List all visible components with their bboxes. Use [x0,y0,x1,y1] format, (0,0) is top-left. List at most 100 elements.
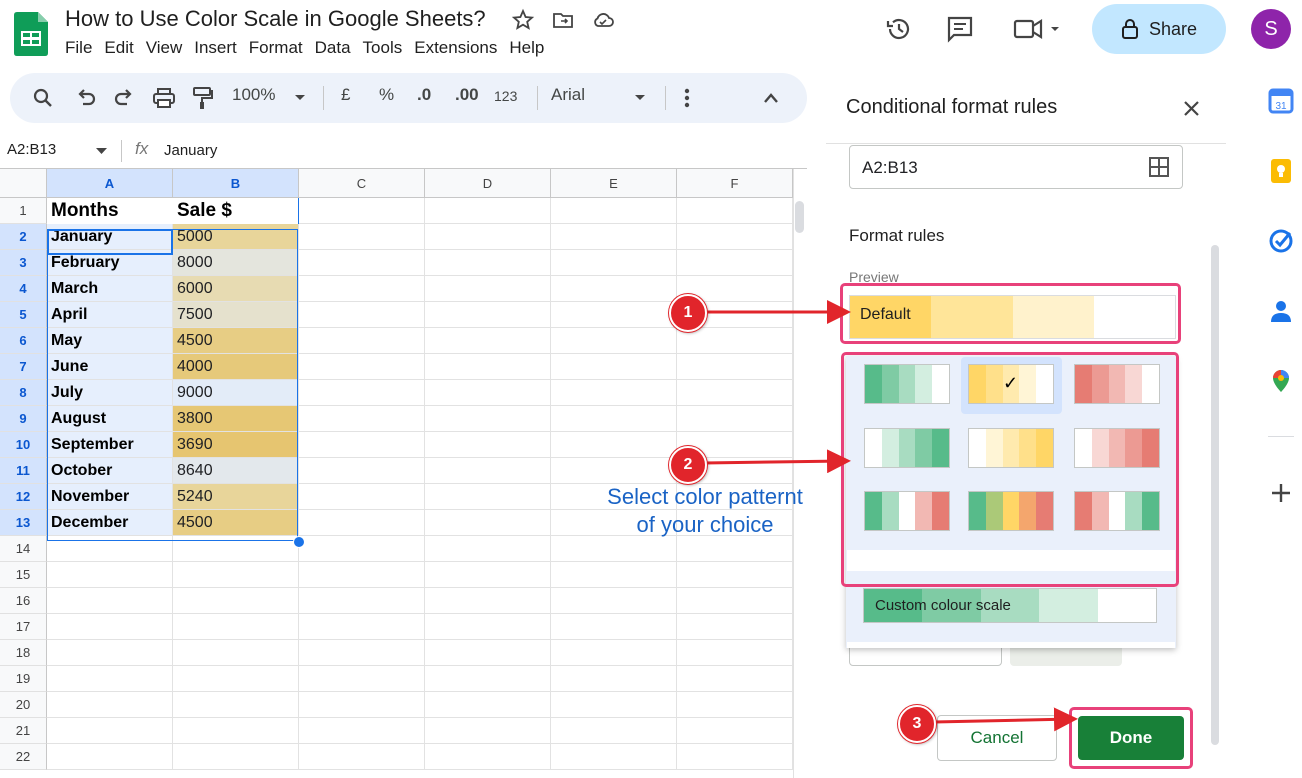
cell-a2[interactable]: January [47,224,173,250]
cell-b15[interactable] [173,562,299,588]
cell-c11[interactable] [299,458,425,484]
cell-e11[interactable] [551,458,677,484]
cell-c7[interactable] [299,354,425,380]
cell-b11[interactable]: 8640 [173,458,299,484]
cell-f9[interactable] [677,406,793,432]
user-avatar[interactable]: S [1251,9,1291,49]
cancel-button[interactable]: Cancel [937,715,1057,761]
cell-c16[interactable] [299,588,425,614]
cell-b12[interactable]: 5240 [173,484,299,510]
search-menus-icon[interactable] [32,87,54,109]
cell-d2[interactable] [425,224,551,250]
cell-c3[interactable] [299,250,425,276]
cell-c1[interactable] [299,198,425,224]
cell-d1[interactable] [425,198,551,224]
cell-b10[interactable]: 3690 [173,432,299,458]
cell-f16[interactable] [677,588,793,614]
menu-data[interactable]: Data [315,38,360,58]
cell-c9[interactable] [299,406,425,432]
cell-c5[interactable] [299,302,425,328]
cell-f3[interactable] [677,250,793,276]
cell-f6[interactable] [677,328,793,354]
cell-c18[interactable] [299,640,425,666]
menu-file[interactable]: File [65,38,101,58]
cell-a22[interactable] [47,744,173,770]
cell-e21[interactable] [551,718,677,744]
cell-f20[interactable] [677,692,793,718]
cell-b17[interactable] [173,614,299,640]
font-dropdown-icon[interactable] [634,94,646,102]
row-header-3[interactable]: 3 [0,250,47,276]
fill-handle[interactable] [293,536,305,548]
cloud-saved-icon[interactable] [591,8,615,32]
percent-format-button[interactable]: % [379,85,394,105]
vertical-scrollbar[interactable] [793,169,808,778]
row-header-18[interactable]: 18 [0,640,47,666]
column-header-e[interactable]: E [551,169,677,198]
cell-a9[interactable]: August [47,406,173,432]
maps-icon[interactable] [1268,368,1294,394]
font-select[interactable]: Arial [551,85,585,105]
paint-format-icon[interactable] [192,86,214,110]
cell-d4[interactable] [425,276,551,302]
cell-d20[interactable] [425,692,551,718]
cell-d6[interactable] [425,328,551,354]
menu-help[interactable]: Help [509,38,553,58]
increase-decimal-button[interactable]: .00 [455,85,479,105]
decrease-decimal-button[interactable]: .0 [417,85,431,105]
menu-edit[interactable]: Edit [104,38,142,58]
keep-icon[interactable] [1268,158,1294,184]
cell-a10[interactable]: September [47,432,173,458]
move-folder-icon[interactable] [551,8,575,32]
cell-f1[interactable] [677,198,793,224]
row-header-12[interactable]: 12 [0,484,47,510]
row-header-17[interactable]: 17 [0,614,47,640]
scrollbar-thumb[interactable] [795,201,804,233]
cell-c17[interactable] [299,614,425,640]
cell-e3[interactable] [551,250,677,276]
column-header-c[interactable]: C [299,169,425,198]
row-header-5[interactable]: 5 [0,302,47,328]
row-header-10[interactable]: 10 [0,432,47,458]
cell-c13[interactable] [299,510,425,536]
row-header-19[interactable]: 19 [0,666,47,692]
cell-b7[interactable]: 4000 [173,354,299,380]
cell-e9[interactable] [551,406,677,432]
cell-d8[interactable] [425,380,551,406]
cell-f14[interactable] [677,536,793,562]
cell-e16[interactable] [551,588,677,614]
cell-d11[interactable] [425,458,551,484]
cell-a14[interactable] [47,536,173,562]
cell-d22[interactable] [425,744,551,770]
row-header-7[interactable]: 7 [0,354,47,380]
cell-a6[interactable]: May [47,328,173,354]
cell-d3[interactable] [425,250,551,276]
formula-input[interactable]: January [164,142,217,159]
cell-b14[interactable] [173,536,299,562]
cell-c2[interactable] [299,224,425,250]
menu-extensions[interactable]: Extensions [414,38,506,58]
cell-f2[interactable] [677,224,793,250]
cell-b18[interactable] [173,640,299,666]
cell-d7[interactable] [425,354,551,380]
row-header-21[interactable]: 21 [0,718,47,744]
menu-view[interactable]: View [146,38,192,58]
close-icon[interactable] [1184,101,1199,116]
cell-a1[interactable]: Months [47,198,173,224]
cell-a4[interactable]: March [47,276,173,302]
cell-d17[interactable] [425,614,551,640]
cell-c15[interactable] [299,562,425,588]
cell-d5[interactable] [425,302,551,328]
row-header-16[interactable]: 16 [0,588,47,614]
cell-d13[interactable] [425,510,551,536]
cell-f7[interactable] [677,354,793,380]
more-formats-button[interactable]: 123 [494,88,517,104]
cell-b16[interactable] [173,588,299,614]
document-title[interactable]: How to Use Color Scale in Google Sheets? [65,6,486,32]
cell-f22[interactable] [677,744,793,770]
cell-a17[interactable] [47,614,173,640]
row-header-6[interactable]: 6 [0,328,47,354]
cell-e18[interactable] [551,640,677,666]
menu-insert[interactable]: Insert [194,38,246,58]
cell-c8[interactable] [299,380,425,406]
